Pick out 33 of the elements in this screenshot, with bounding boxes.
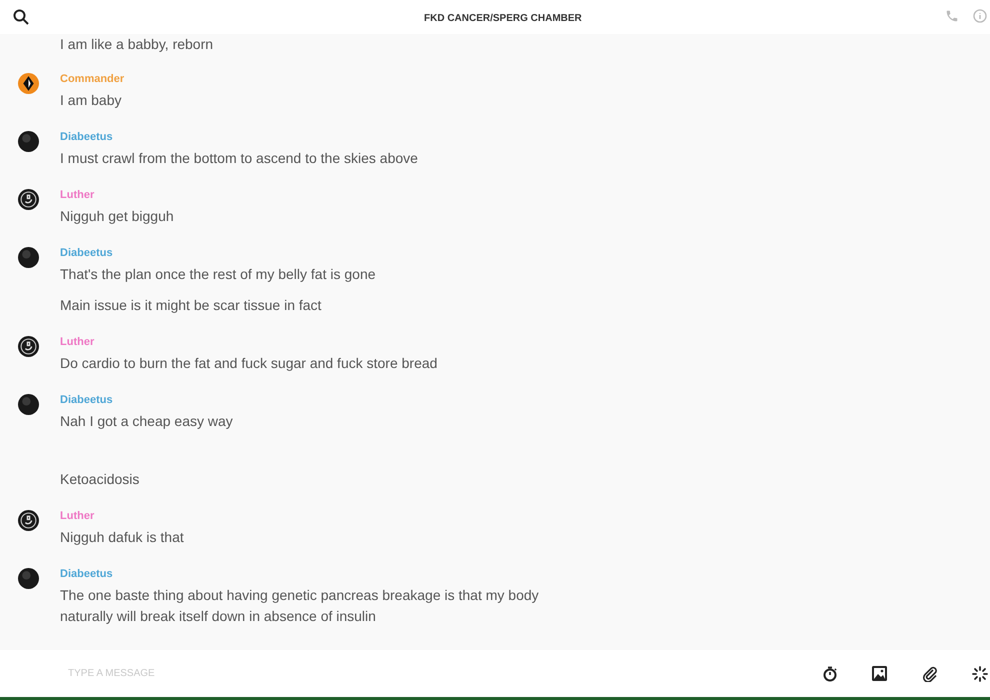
author-name: Diabeetus: [60, 393, 113, 407]
author-name: Luther: [60, 335, 94, 349]
search-icon[interactable]: [13, 9, 29, 25]
message-text: I am baby: [60, 91, 122, 110]
message-text: I must crawl from the bottom to ascend to the skies above: [60, 149, 418, 168]
avatar-icon[interactable]: [18, 247, 39, 268]
message-text: Do cardio to burn the fat and fuck sugar and fuck store bread: [60, 354, 438, 373]
message-text: Main issue is it might be scar tissue in fact: [60, 296, 322, 315]
avatar-icon[interactable]: [18, 394, 39, 415]
author-name: Commander: [60, 72, 124, 86]
avatar-icon[interactable]: [18, 73, 39, 94]
avatar-icon[interactable]: [18, 189, 39, 210]
author-name: Luther: [60, 509, 94, 523]
message-text: Ketoacidosis: [60, 470, 140, 489]
author-name: Diabeetus: [60, 246, 113, 260]
chat-title: FKD CANCER/SPERG CHAMBER: [424, 12, 582, 26]
message-text: Nigguh dafuk is that: [60, 528, 184, 547]
avatar-icon[interactable]: [18, 131, 39, 152]
message-text: Nah I got a cheap easy way: [60, 412, 233, 431]
avatar-icon[interactable]: [18, 568, 39, 589]
message-text: I am like a babby, reborn: [60, 36, 214, 53]
message-text: That's the plan once the rest of my belly fat is gone: [60, 265, 376, 284]
author-name: Luther: [60, 188, 94, 202]
loading-icon: [972, 666, 988, 682]
image-icon[interactable]: [872, 666, 887, 681]
message-text: Nigguh get bigguh: [60, 207, 174, 226]
avatar-icon[interactable]: [18, 510, 39, 531]
paperclip-icon[interactable]: [922, 666, 938, 682]
author-name: Diabeetus: [60, 130, 113, 144]
avatar-icon[interactable]: [18, 336, 39, 357]
timer-icon[interactable]: [822, 666, 838, 682]
message-text: The one baste thing about having genetic pancreas breakage is that my body naturally will break itself down in absence of insulin: [60, 586, 540, 626]
author-name: Diabeetus: [60, 567, 113, 581]
